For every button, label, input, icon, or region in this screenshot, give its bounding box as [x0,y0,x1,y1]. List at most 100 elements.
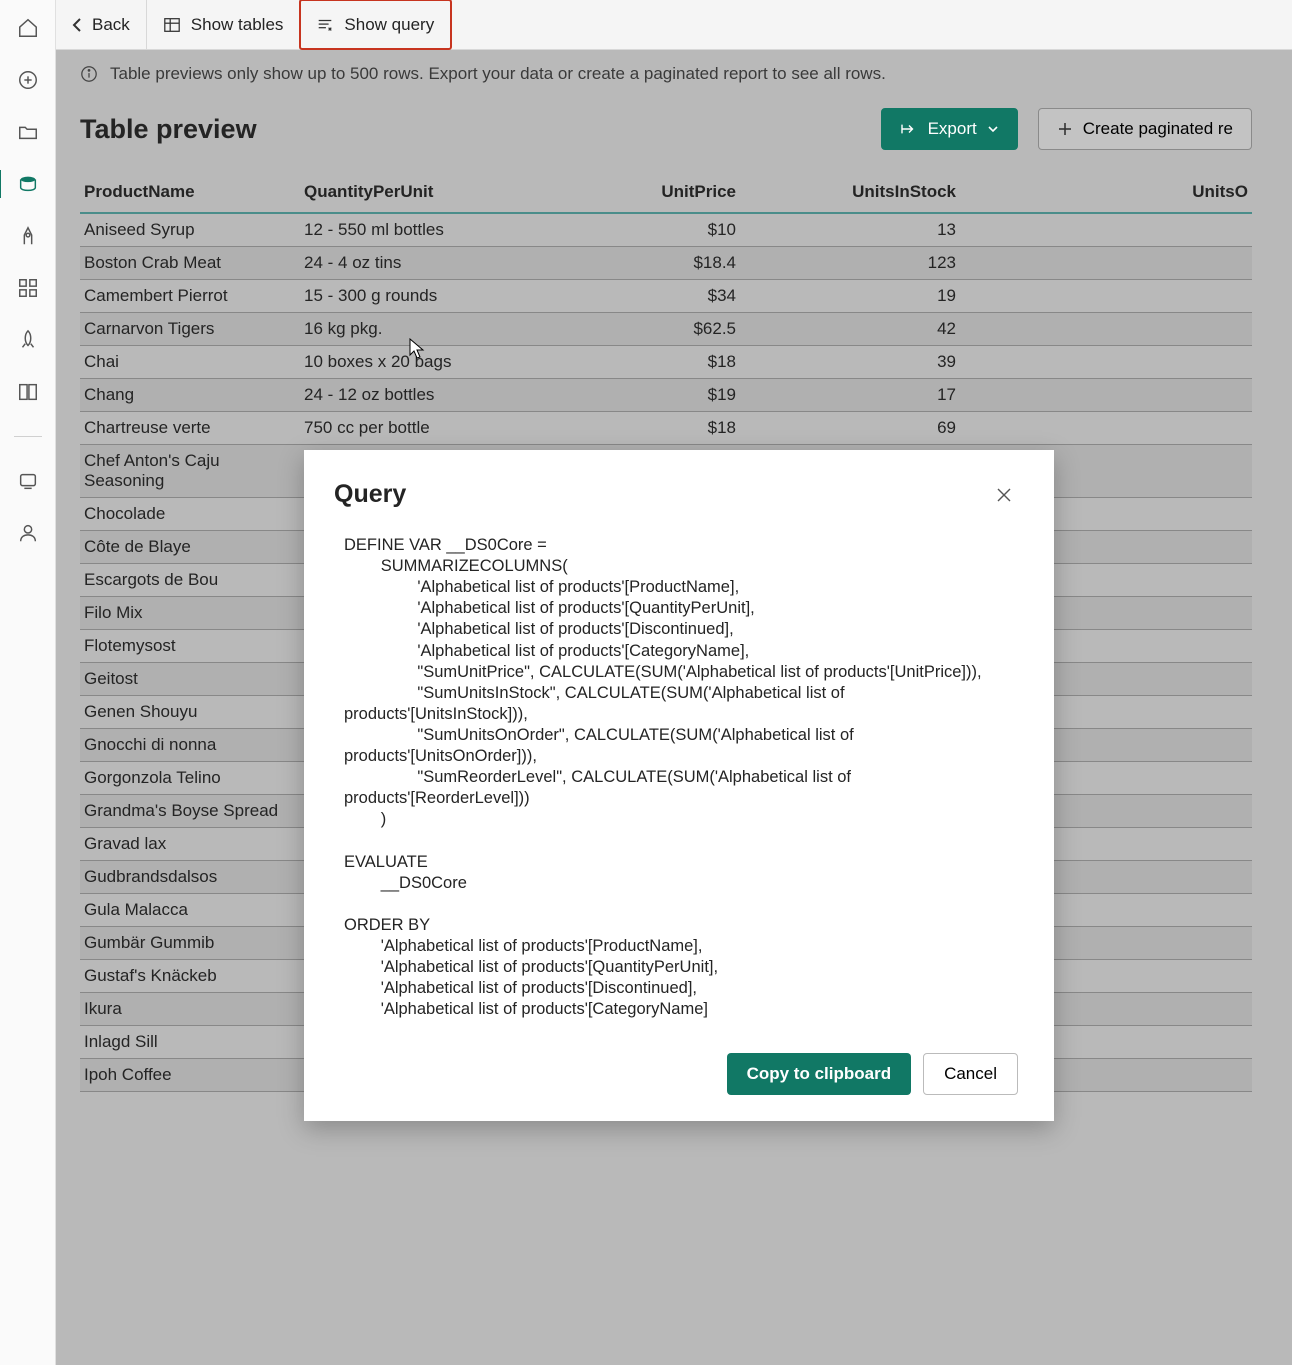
cell-productname: Gumbär Gummib [80,927,300,960]
table-row[interactable]: Carnarvon Tigers16 kg pkg.$62.542 [80,313,1252,346]
plus-icon [1057,121,1073,137]
export-button[interactable]: Export [881,108,1018,150]
cell-quantityperunit: 12 - 550 ml bottles [300,213,530,247]
export-icon [900,122,918,136]
cancel-button[interactable]: Cancel [923,1053,1018,1095]
cell-productname: Chai [80,346,300,379]
cell-unitsinstock: 17 [740,379,960,412]
deployment-icon[interactable] [16,328,40,352]
cell-quantityperunit: 16 kg pkg. [300,313,530,346]
col-header-unitprice[interactable]: UnitPrice [530,172,740,213]
cell-productname: Gula Malacca [80,894,300,927]
cell-productname: Chang [80,379,300,412]
cell-quantityperunit: 24 - 12 oz bottles [300,379,530,412]
data-hub-icon[interactable] [16,172,40,196]
chevron-down-icon [987,125,999,133]
cell-unitsonorder [960,379,1252,412]
cell-quantityperunit: 15 - 300 g rounds [300,280,530,313]
cell-productname: Geitost [80,663,300,696]
cell-unitsonorder [960,280,1252,313]
cell-productname: Gravad lax [80,828,300,861]
cell-productname: Gnocchi di nonna [80,729,300,762]
export-label: Export [928,119,977,139]
table-row[interactable]: Aniseed Syrup12 - 550 ml bottles$1013 [80,213,1252,247]
show-tables-label: Show tables [191,15,284,35]
cell-unitsonorder [960,412,1252,445]
cell-productname: Filo Mix [80,597,300,630]
col-header-quantityperunit[interactable]: QuantityPerUnit [300,172,530,213]
page-title: Table preview [80,114,257,145]
query-dialog: Query DEFINE VAR __DS0Core = SUMMARIZECO… [304,450,1054,1121]
cell-unitsinstock: 69 [740,412,960,445]
cell-productname: Côte de Blaye [80,531,300,564]
cell-productname: Carnarvon Tigers [80,313,300,346]
show-query-label: Show query [344,15,434,35]
table-row[interactable]: Chang24 - 12 oz bottles$1917 [80,379,1252,412]
cell-quantityperunit: 10 boxes x 20 bags [300,346,530,379]
info-bar: Table previews only show up to 500 rows.… [80,50,1252,100]
create-report-button[interactable]: Create paginated re [1038,108,1252,150]
create-icon[interactable] [16,68,40,92]
cell-productname: Gudbrandsdalsos [80,861,300,894]
col-header-unitsonorder[interactable]: UnitsO [960,172,1252,213]
profile-icon[interactable] [16,521,40,545]
col-header-unitsinstock[interactable]: UnitsInStock [740,172,960,213]
cell-productname: Escargots de Bou [80,564,300,597]
cell-unitprice: $34 [530,280,740,313]
cell-productname: Grandma's Boyse Spread [80,795,300,828]
query-text[interactable]: DEFINE VAR __DS0Core = SUMMARIZECOLUMNS(… [334,535,1018,1021]
cell-productname: Boston Crab Meat [80,247,300,280]
cell-productname: Chartreuse verte [80,412,300,445]
copy-to-clipboard-button[interactable]: Copy to clipboard [727,1053,912,1095]
cell-unitsinstock: 123 [740,247,960,280]
cell-productname: Ipoh Coffee [80,1059,300,1092]
table-row[interactable]: Camembert Pierrot15 - 300 g rounds$3419 [80,280,1252,313]
show-tables-button[interactable]: Show tables [147,0,301,49]
left-navigation-rail [0,0,56,1365]
back-label: Back [92,15,130,35]
rail-divider [14,436,42,437]
cell-productname: Gustaf's Knäckeb [80,960,300,993]
cell-unitsonorder [960,313,1252,346]
cell-productname: Ikura [80,993,300,1026]
home-icon[interactable] [16,16,40,40]
info-text: Table previews only show up to 500 rows.… [110,64,886,84]
cell-productname: Gorgonzola Telino [80,762,300,795]
cell-productname: Aniseed Syrup [80,213,300,247]
cell-unitsonorder [960,247,1252,280]
cell-unitprice: $18 [530,412,740,445]
cell-productname: Camembert Pierrot [80,280,300,313]
cell-productname: Genen Shouyu [80,696,300,729]
cell-productname: Chef Anton's Caju Seasoning [80,445,300,498]
cell-unitprice: $18.4 [530,247,740,280]
back-button[interactable]: Back [56,0,147,49]
cell-unitprice: $62.5 [530,313,740,346]
table-header-row: ProductName QuantityPerUnit UnitPrice Un… [80,172,1252,213]
browse-icon[interactable] [16,120,40,144]
cell-unitprice: $19 [530,379,740,412]
apps-icon[interactable] [16,276,40,300]
cell-quantityperunit: 750 cc per bottle [300,412,530,445]
cell-unitprice: $10 [530,213,740,247]
cell-unitsonorder [960,213,1252,247]
cell-unitsonorder [960,346,1252,379]
top-toolbar: Back Show tables Show query [56,0,1292,50]
table-row[interactable]: Chai10 boxes x 20 bags$1839 [80,346,1252,379]
info-icon [80,65,98,83]
metrics-icon[interactable] [16,224,40,248]
learn-icon[interactable] [16,380,40,404]
cell-productname: Chocolade [80,498,300,531]
workspaces-icon[interactable] [16,469,40,493]
cell-productname: Flotemysost [80,630,300,663]
cell-unitsinstock: 13 [740,213,960,247]
table-row[interactable]: Chartreuse verte750 cc per bottle$1869 [80,412,1252,445]
create-report-label: Create paginated re [1083,119,1233,139]
cell-quantityperunit: 24 - 4 oz tins [300,247,530,280]
cell-productname: Inlagd Sill [80,1026,300,1059]
close-button[interactable] [990,481,1018,509]
table-row[interactable]: Boston Crab Meat24 - 4 oz tins$18.4123 [80,247,1252,280]
cell-unitsinstock: 19 [740,280,960,313]
show-query-button[interactable]: Show query [300,0,451,49]
close-icon [996,487,1012,503]
col-header-productname[interactable]: ProductName [80,172,300,213]
